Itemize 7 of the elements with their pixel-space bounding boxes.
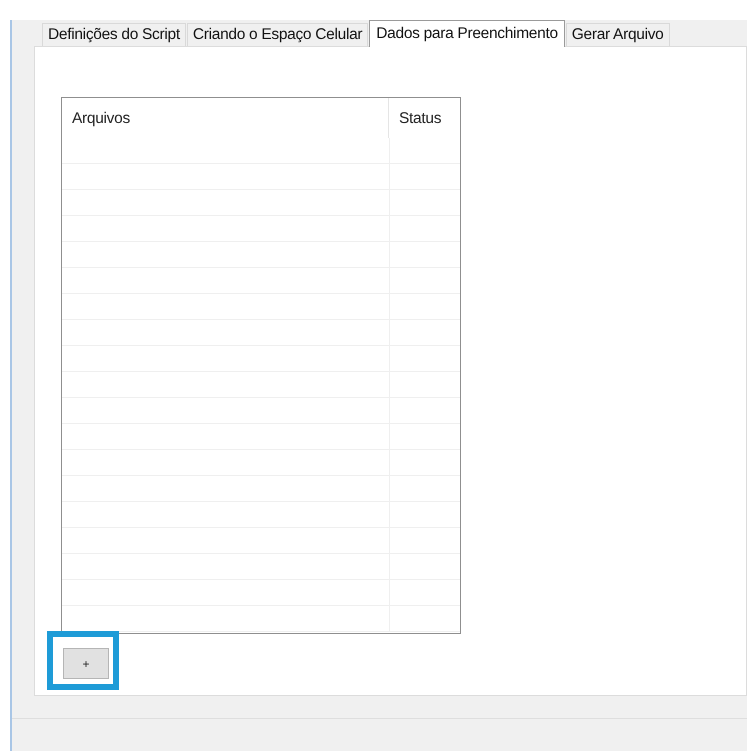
tab[interactable]: Dados para Preenchimento <box>369 20 565 47</box>
tab[interactable]: Definições do Script <box>42 23 186 46</box>
column-header[interactable]: Status <box>389 98 460 138</box>
tab[interactable]: Gerar Arquivo <box>566 23 670 46</box>
column-header[interactable]: Arquivos <box>62 98 389 138</box>
tab[interactable]: Criando o Espaço Celular <box>186 23 368 46</box>
add-button[interactable]: + <box>63 648 109 679</box>
